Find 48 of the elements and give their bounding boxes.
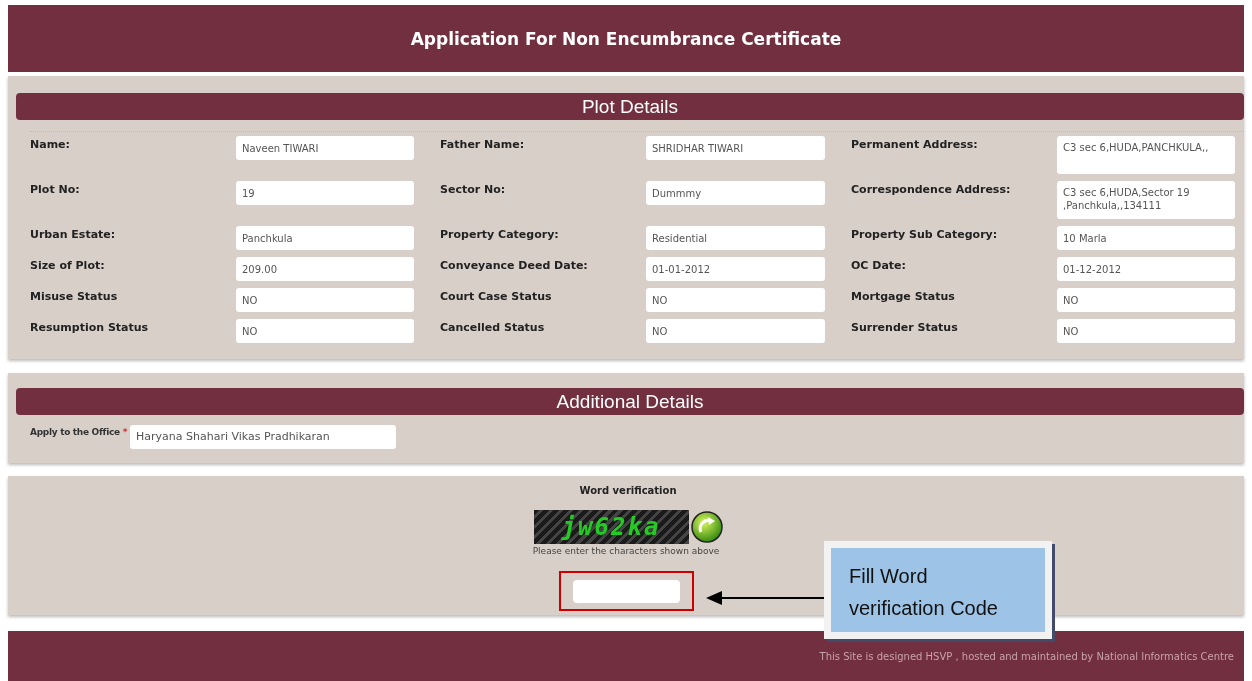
field-label: Mortgage Status bbox=[851, 289, 956, 303]
text-field[interactable]: Dummmy bbox=[646, 181, 825, 205]
section-heading: Plot Details bbox=[16, 93, 1244, 120]
text-field[interactable]: 209.00 bbox=[236, 257, 414, 281]
captcha-image: jw62ka bbox=[533, 510, 689, 544]
field-label: Sector No: bbox=[440, 182, 507, 196]
text-field[interactable]: Naveen TIWARI bbox=[236, 136, 414, 160]
field-label: Resumption Status bbox=[30, 320, 150, 334]
text-field[interactable]: 01-01-2012 bbox=[646, 257, 825, 281]
text-field[interactable]: NO bbox=[1057, 319, 1235, 343]
text-field[interactable]: 10 Marla bbox=[1057, 226, 1235, 250]
field-label: Plot No: bbox=[30, 182, 81, 196]
field-label: Apply to the Office * bbox=[30, 426, 129, 437]
field-label: Permanent Address: bbox=[851, 137, 979, 151]
hint-text: Please enter the characters shown above bbox=[532, 546, 720, 556]
text-field[interactable]: NO bbox=[236, 288, 414, 312]
text-field[interactable]: C3 sec 6,HUDA,PANCHKULA,, bbox=[1057, 136, 1235, 174]
text-field[interactable]: NO bbox=[1057, 288, 1235, 312]
field-label: Conveyance Deed Date: bbox=[440, 258, 589, 272]
text-field[interactable]: NO bbox=[646, 288, 825, 312]
callout-text: Fill Word verification Code bbox=[849, 564, 999, 621]
field-label: Cancelled Status bbox=[440, 320, 546, 334]
text-field[interactable]: Residential bbox=[646, 226, 825, 250]
field-label: OC Date: bbox=[851, 258, 907, 272]
office-field[interactable]: Haryana Shahari Vikas Pradhikaran bbox=[130, 425, 396, 449]
text-field[interactable]: SHRIDHAR TIWARI bbox=[646, 136, 825, 160]
field-label: Size of Plot: bbox=[30, 258, 106, 272]
field-label: Property Category: bbox=[440, 227, 560, 241]
section-heading: Additional Details bbox=[16, 388, 1244, 415]
section-title: Word verification bbox=[579, 485, 677, 496]
refresh-icon[interactable] bbox=[690, 511, 723, 543]
text-field[interactable]: 01-12-2012 bbox=[1057, 257, 1235, 281]
field-label: Surrender Status bbox=[851, 320, 959, 334]
text-field[interactable]: NO bbox=[646, 319, 825, 343]
text-field[interactable]: C3 sec 6,HUDA,Sector 19 ,Panchkula,,134111 bbox=[1057, 181, 1235, 219]
field-label: Court Case Status bbox=[440, 289, 553, 303]
text-field[interactable]: NO bbox=[236, 319, 414, 343]
captcha-field[interactable] bbox=[573, 579, 680, 603]
field-label: Property Sub Category: bbox=[851, 227, 999, 241]
field-label: Urban Estate: bbox=[30, 227, 117, 241]
field-label: Father Name: bbox=[440, 137, 526, 151]
field-label: Correspondence Address: bbox=[851, 182, 1012, 196]
text-field[interactable]: 19 bbox=[236, 181, 414, 205]
page-title: Application For Non Encumbrance Certificate bbox=[410, 28, 842, 49]
footer-text: This Site is designed HSVP , hosted and maintained by National Informatics Centre bbox=[819, 651, 1234, 662]
text-field[interactable]: Panchkula bbox=[236, 226, 414, 250]
field-label: Misuse Status bbox=[30, 289, 119, 303]
field-label: Name: bbox=[30, 137, 71, 151]
